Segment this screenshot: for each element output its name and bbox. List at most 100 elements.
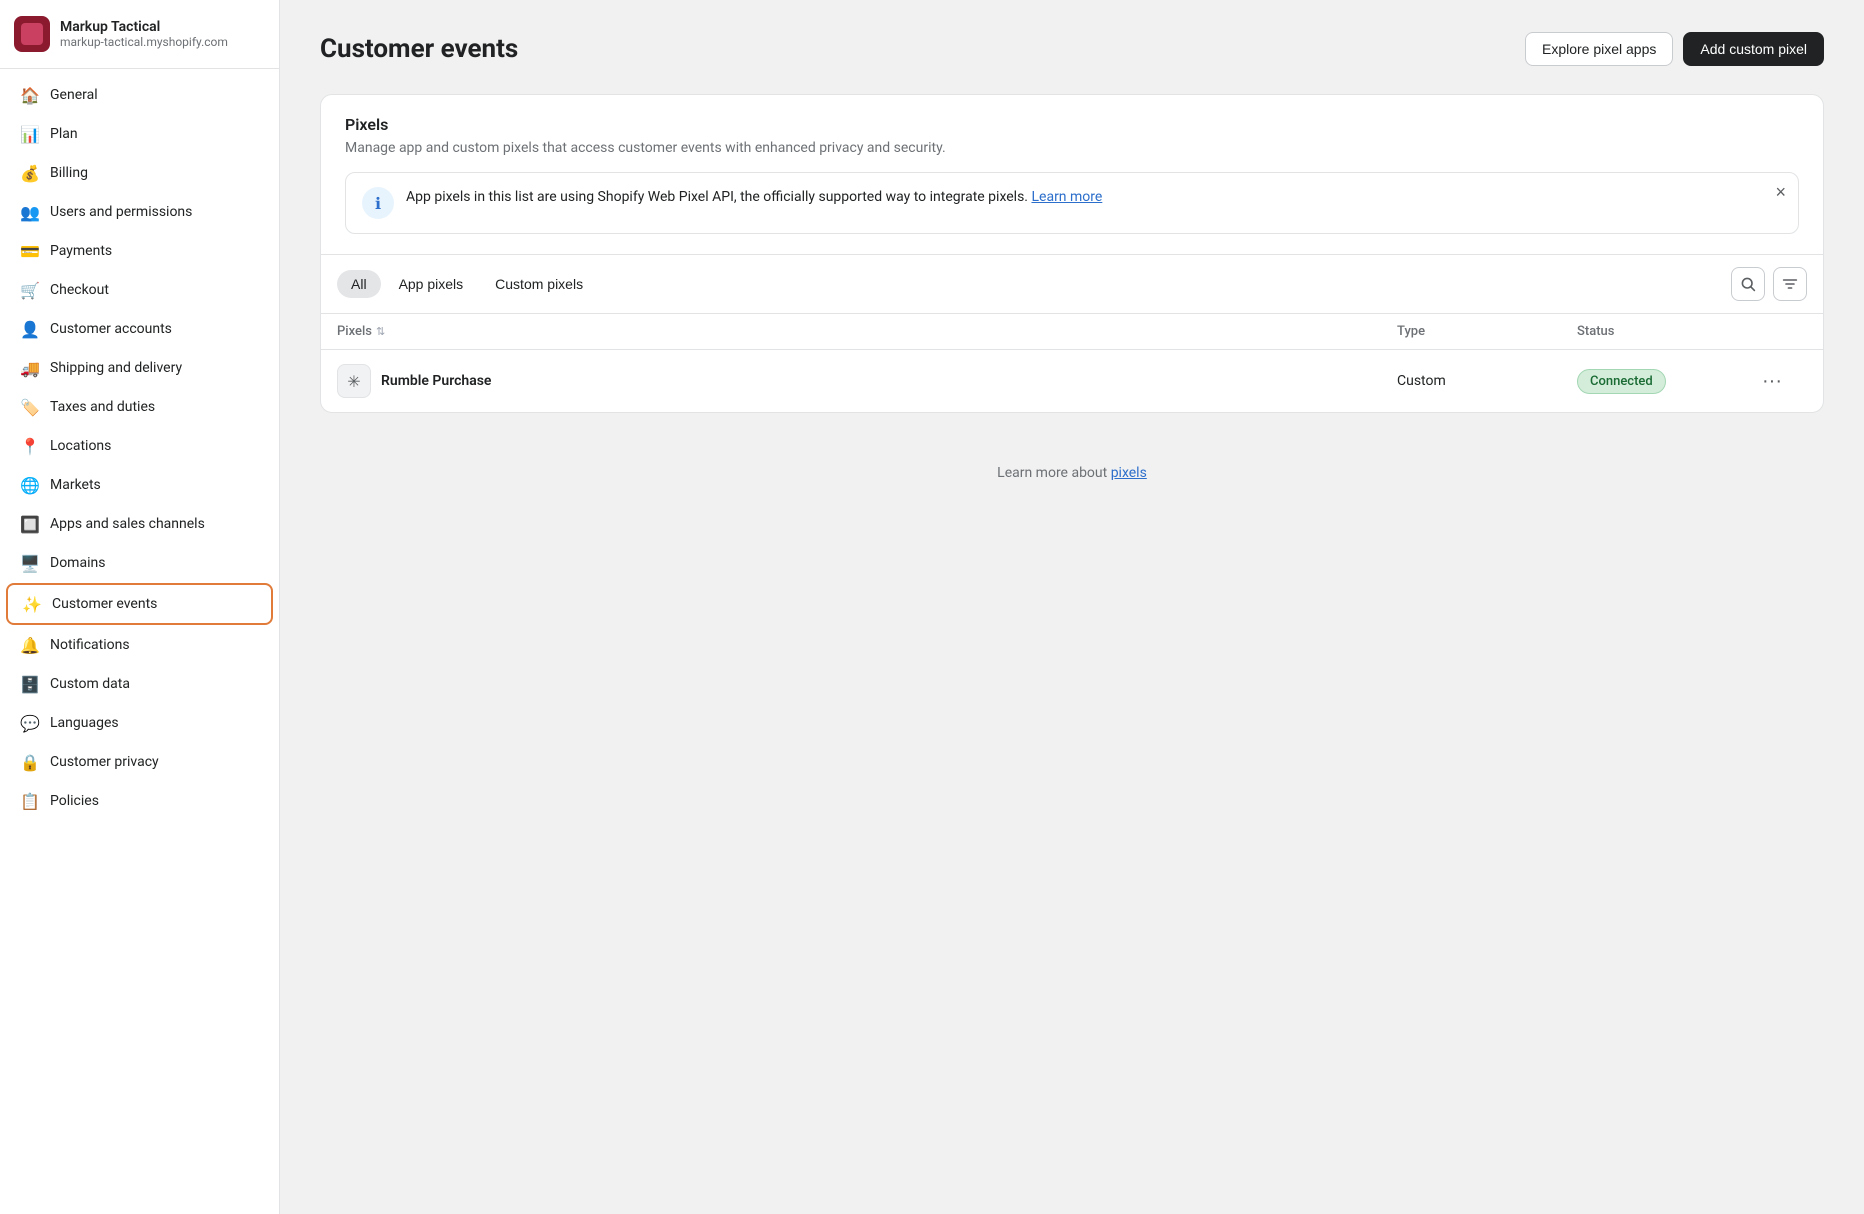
domains-icon: 🖥️ xyxy=(20,553,40,573)
store-header[interactable]: Markup Tactical markup-tactical.myshopif… xyxy=(0,0,279,69)
sidebar-label-policies: Policies xyxy=(50,793,99,809)
sort-icon xyxy=(1782,276,1798,292)
pixels-learn-more-link[interactable]: pixels xyxy=(1111,465,1147,481)
sidebar-label-customer-privacy: Customer privacy xyxy=(50,754,159,770)
shipping-icon: 🚚 xyxy=(20,358,40,378)
sidebar-label-general: General xyxy=(50,87,98,103)
info-banner: ℹ App pixels in this list are using Shop… xyxy=(345,172,1799,234)
checkout-icon: 🛒 xyxy=(20,280,40,300)
sidebar-item-customer-events[interactable]: ✨Customer events xyxy=(6,583,273,625)
sidebar-item-custom-data[interactable]: 🗄️ Custom data xyxy=(6,665,273,703)
sidebar-label-plan: Plan xyxy=(50,126,78,142)
sidebar-item-checkout[interactable]: 🛒 Checkout xyxy=(6,271,273,309)
learn-more-section: Learn more about pixels xyxy=(320,433,1824,513)
nav-section: 🏠 General 📊 Plan 💰 Billing 👥 Users and permissi… xyxy=(0,69,279,827)
sidebar-item-policies[interactable]: 📋 Policies xyxy=(6,782,273,820)
close-banner-button[interactable]: × xyxy=(1775,183,1786,201)
sidebar-label-checkout: Checkout xyxy=(50,282,109,298)
sidebar-item-billing[interactable]: 💰 Billing xyxy=(6,154,273,192)
customer-privacy-icon: 🔒 xyxy=(20,752,40,772)
explore-pixel-apps-button[interactable]: Explore pixel apps xyxy=(1525,32,1673,66)
search-button[interactable] xyxy=(1731,267,1765,301)
add-custom-pixel-button[interactable]: Add custom pixel xyxy=(1683,32,1824,66)
sidebar-item-locations[interactable]: 📍 Locations xyxy=(6,427,273,465)
search-icon xyxy=(1740,276,1756,292)
sidebar-item-general[interactable]: 🏠 General xyxy=(6,76,273,114)
sidebar-label-users: Users and permissions xyxy=(50,204,192,220)
apps-icon: 🔲 xyxy=(20,514,40,534)
pixel-type: Custom xyxy=(1397,373,1577,389)
sidebar-label-locations: Locations xyxy=(50,438,111,454)
notifications-icon: 🔔 xyxy=(20,635,40,655)
sidebar-label-apps: Apps and sales channels xyxy=(50,516,205,532)
sidebar-label-notifications: Notifications xyxy=(50,637,130,653)
custom-data-icon: 🗄️ xyxy=(20,674,40,694)
main-content: Customer events Explore pixel apps Add c… xyxy=(280,0,1864,1214)
info-icon: ℹ xyxy=(362,187,394,219)
tab-all[interactable]: All xyxy=(337,270,381,298)
pixels-section-title: Pixels xyxy=(345,115,1799,134)
sidebar-label-shipping: Shipping and delivery xyxy=(50,360,182,376)
locations-icon: 📍 xyxy=(20,436,40,456)
learn-more-link-banner[interactable]: Learn more xyxy=(1031,189,1102,205)
page-title: Customer events xyxy=(320,34,518,64)
sort-arrows-icon: ⇅ xyxy=(376,325,385,338)
sidebar-item-users[interactable]: 👥 Users and permissions xyxy=(6,193,273,231)
taxes-icon: 🏷️ xyxy=(20,397,40,417)
filter-tabs: All App pixels Custom pixels xyxy=(321,255,1823,314)
sidebar-label-markets: Markets xyxy=(50,477,101,493)
more-options-button[interactable]: ··· xyxy=(1757,366,1787,396)
table-body: ✳ Rumble Purchase Custom Connected ··· xyxy=(321,350,1823,412)
status-badge: Connected xyxy=(1577,369,1666,394)
sidebar-item-languages[interactable]: 💬 Languages xyxy=(6,704,273,742)
sidebar-label-customer-accounts: Customer accounts xyxy=(50,321,172,337)
learn-more-text: Learn more about xyxy=(997,465,1111,481)
store-logo xyxy=(14,16,50,52)
sidebar-label-domains: Domains xyxy=(50,555,105,571)
markets-icon: 🌐 xyxy=(20,475,40,495)
tab-custom-pixels[interactable]: Custom pixels xyxy=(481,270,597,298)
tab-actions xyxy=(1731,267,1807,301)
sidebar-item-shipping[interactable]: 🚚 Shipping and delivery xyxy=(6,349,273,387)
store-name: Markup Tactical xyxy=(60,19,228,35)
pixels-section-header: Pixels Manage app and custom pixels that… xyxy=(321,95,1823,255)
column-header-actions xyxy=(1757,324,1807,339)
table-header: Pixels ⇅ Type Status xyxy=(321,314,1823,350)
sidebar-label-languages: Languages xyxy=(50,715,119,731)
pixel-name: Rumble Purchase xyxy=(381,373,491,389)
store-info: Markup Tactical markup-tactical.myshopif… xyxy=(60,19,228,49)
general-icon: 🏠 xyxy=(20,85,40,105)
sidebar-label-custom-data: Custom data xyxy=(50,676,130,692)
sidebar-label-payments: Payments xyxy=(50,243,112,259)
pixel-name-cell: ✳ Rumble Purchase xyxy=(337,364,1397,398)
policies-icon: 📋 xyxy=(20,791,40,811)
sidebar-item-domains[interactable]: 🖥️ Domains xyxy=(6,544,273,582)
store-url: markup-tactical.myshopify.com xyxy=(60,35,228,49)
info-banner-text: App pixels in this list are using Shopif… xyxy=(406,187,1782,208)
pixel-icon: ✳ xyxy=(337,364,371,398)
store-logo-mark xyxy=(21,23,43,45)
sort-button[interactable] xyxy=(1773,267,1807,301)
sidebar: Markup Tactical markup-tactical.myshopif… xyxy=(0,0,280,1214)
users-icon: 👥 xyxy=(20,202,40,222)
sidebar-item-plan[interactable]: 📊 Plan xyxy=(6,115,273,153)
column-header-status: Status xyxy=(1577,324,1757,339)
pixels-section-description: Manage app and custom pixels that access… xyxy=(345,140,1799,156)
pixel-status: Connected xyxy=(1577,369,1757,394)
sidebar-item-customer-accounts[interactable]: 👤 Customer accounts xyxy=(6,310,273,348)
plan-icon: 📊 xyxy=(20,124,40,144)
tab-app-pixels[interactable]: App pixels xyxy=(385,270,478,298)
page-header: Customer events Explore pixel apps Add c… xyxy=(320,32,1824,66)
customer-accounts-icon: 👤 xyxy=(20,319,40,339)
sidebar-item-payments[interactable]: 💳 Payments xyxy=(6,232,273,270)
billing-icon: 💰 xyxy=(20,163,40,183)
sidebar-item-taxes[interactable]: 🏷️Taxes and duties xyxy=(6,388,273,426)
sidebar-item-notifications[interactable]: 🔔 Notifications xyxy=(6,626,273,664)
sidebar-item-apps[interactable]: 🔲 Apps and sales channels xyxy=(6,505,273,543)
row-actions: ··· xyxy=(1757,366,1807,396)
sidebar-item-customer-privacy[interactable]: 🔒 Customer privacy xyxy=(6,743,273,781)
sidebar-item-markets[interactable]: 🌐 Markets xyxy=(6,466,273,504)
sidebar-label-billing: Billing xyxy=(50,165,88,181)
languages-icon: 💬 xyxy=(20,713,40,733)
payments-icon: 💳 xyxy=(20,241,40,261)
